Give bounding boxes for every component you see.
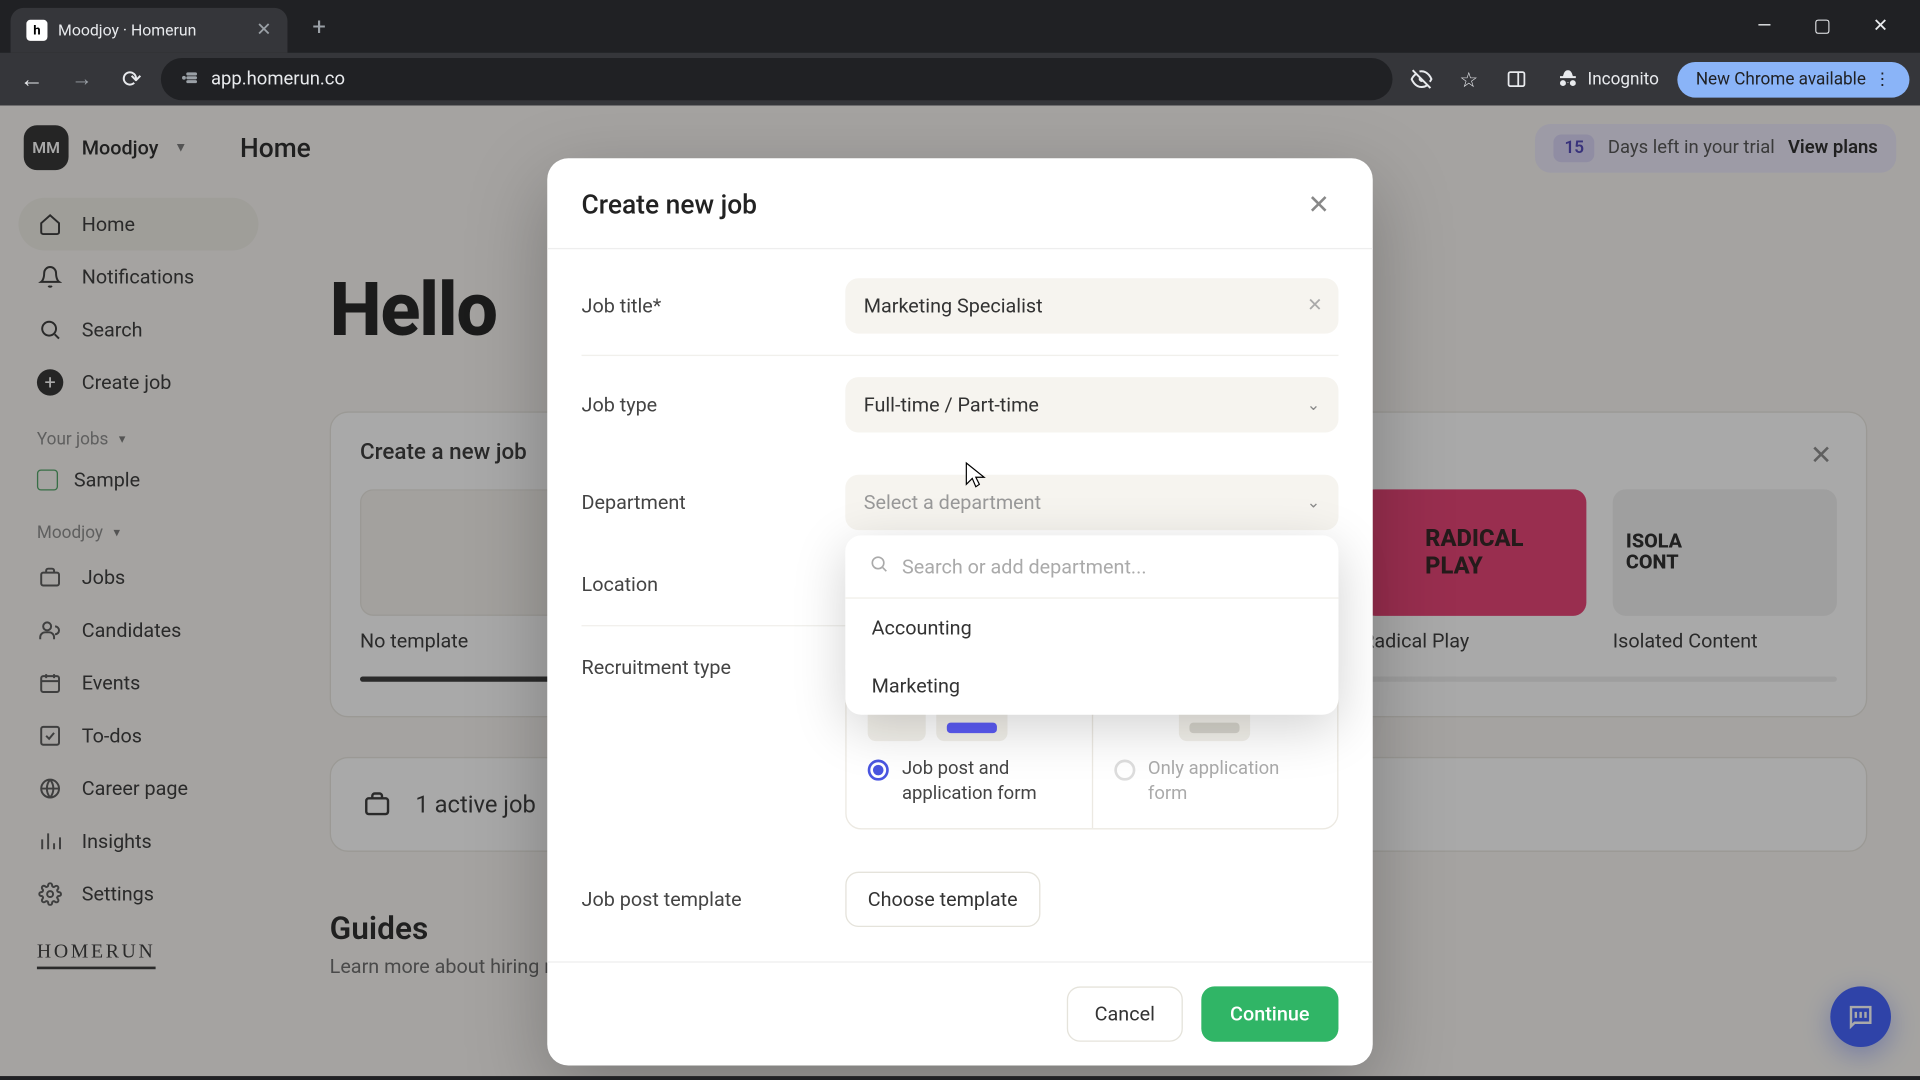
- app-page: MM Moodjoy ▼ Home 15 Days left in your t…: [0, 105, 1920, 1076]
- label-job-title: Job title*: [582, 294, 846, 318]
- dropdown-search: [845, 535, 1338, 598]
- browser-tab[interactable]: h Moodjoy · Homerun ✕: [11, 8, 288, 53]
- label-department: Department: [582, 491, 846, 515]
- label-recruitment: Recruitment type: [582, 655, 846, 679]
- new-tab-button[interactable]: +: [301, 8, 338, 45]
- cancel-button[interactable]: Cancel: [1067, 986, 1183, 1041]
- browser-tab-strip: h Moodjoy · Homerun ✕ + — ▢ ✕: [0, 0, 1920, 53]
- dropdown-option-marketing[interactable]: Marketing: [845, 657, 1338, 715]
- chevron-down-icon: ⌄: [1307, 396, 1320, 414]
- tab-title: Moodjoy · Homerun: [58, 21, 246, 39]
- url-text: app.homerun.co: [211, 69, 345, 90]
- eye-off-icon[interactable]: [1400, 58, 1442, 100]
- department-dropdown: Accounting Marketing: [845, 535, 1338, 714]
- create-job-modal: Create new job ✕ Job title* ✕ Job type F…: [547, 158, 1372, 1065]
- radio-selected-icon: [868, 760, 889, 781]
- job-title-input[interactable]: [845, 278, 1338, 333]
- department-select[interactable]: Select a department ⌄: [845, 475, 1338, 530]
- window-close-icon[interactable]: ✕: [1851, 5, 1909, 47]
- tab-close-icon[interactable]: ✕: [256, 20, 271, 41]
- menu-dots-icon: ⋮: [1874, 69, 1891, 89]
- dropdown-option-accounting[interactable]: Accounting: [845, 599, 1338, 657]
- incognito-indicator[interactable]: Incognito: [1543, 67, 1672, 91]
- window-maximize-icon[interactable]: ▢: [1793, 5, 1851, 47]
- modal-close-button[interactable]: ✕: [1299, 185, 1339, 225]
- modal-title: Create new job: [582, 189, 757, 221]
- continue-button[interactable]: Continue: [1201, 986, 1338, 1041]
- clear-input-icon[interactable]: ✕: [1307, 295, 1322, 316]
- label-location: Location: [582, 572, 846, 596]
- label-job-type: Job type: [582, 393, 846, 417]
- job-type-select[interactable]: Full-time / Part-time ⌄: [845, 377, 1338, 432]
- nav-forward-icon[interactable]: →: [61, 58, 103, 100]
- dropdown-search-input[interactable]: [902, 555, 1315, 579]
- panel-icon[interactable]: [1495, 58, 1537, 100]
- chevron-down-icon: ⌄: [1307, 493, 1320, 511]
- modal-overlay[interactable]: Create new job ✕ Job title* ✕ Job type F…: [0, 105, 1920, 1076]
- favicon: h: [26, 20, 47, 41]
- window-minimize-icon[interactable]: —: [1735, 5, 1793, 47]
- site-settings-icon[interactable]: [179, 68, 197, 90]
- nav-back-icon[interactable]: ←: [11, 58, 53, 100]
- search-icon: [869, 554, 889, 579]
- nav-reload-icon[interactable]: ⟳: [111, 58, 153, 100]
- address-bar[interactable]: app.homerun.co: [161, 58, 1392, 100]
- choose-template-button[interactable]: Choose template: [845, 871, 1040, 926]
- chrome-update-button[interactable]: New Chrome available ⋮: [1677, 61, 1909, 97]
- radio-unselected-icon: [1114, 760, 1135, 781]
- label-template: Job post template: [582, 887, 846, 911]
- browser-toolbar: ← → ⟳ app.homerun.co ☆ Incognito New Chr…: [0, 53, 1920, 106]
- bookmark-star-icon[interactable]: ☆: [1448, 58, 1490, 100]
